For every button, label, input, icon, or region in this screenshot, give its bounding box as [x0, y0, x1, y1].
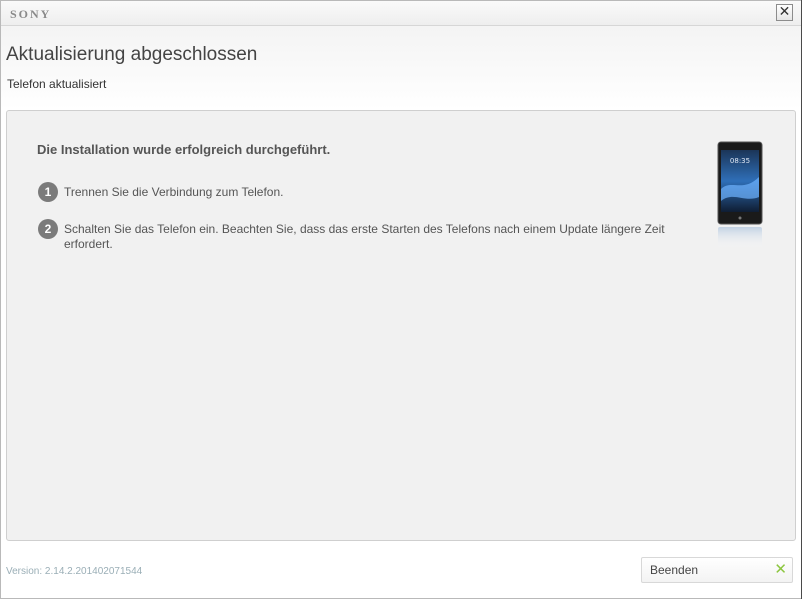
- step-number-badge: 2: [38, 219, 58, 239]
- close-button[interactable]: ✕: [776, 4, 793, 21]
- check-icon: ✕: [774, 560, 787, 578]
- page-subtitle: Telefon aktualisiert: [7, 77, 107, 91]
- version-label: Version: 2.14.2.201402071544: [6, 566, 143, 577]
- app-window: SONY ✕ Aktualisierung abgeschlossen Tele…: [0, 0, 802, 599]
- content-panel: Die Installation wurde erfolgreich durch…: [6, 110, 796, 541]
- page-header: Aktualisierung abgeschlossen Telefon akt…: [1, 26, 801, 110]
- phone-icon: 08:35: [717, 141, 763, 249]
- step-text: Trennen Sie die Verbindung zum Telefon.: [64, 185, 284, 199]
- success-heading: Die Installation wurde erfolgreich durch…: [37, 142, 331, 157]
- step-text: Schalten Sie das Telefon ein. Beachten S…: [64, 222, 665, 251]
- title-bar[interactable]: SONY ✕: [1, 1, 801, 26]
- page-title: Aktualisierung abgeschlossen: [6, 44, 258, 65]
- close-icon: ✕: [778, 4, 791, 20]
- finish-button[interactable]: Beenden ✕: [641, 557, 793, 583]
- step-number-badge: 1: [38, 182, 58, 202]
- sony-logo: SONY: [10, 7, 52, 21]
- finish-button-label: Beenden: [650, 563, 699, 577]
- svg-text:08:35: 08:35: [730, 157, 750, 165]
